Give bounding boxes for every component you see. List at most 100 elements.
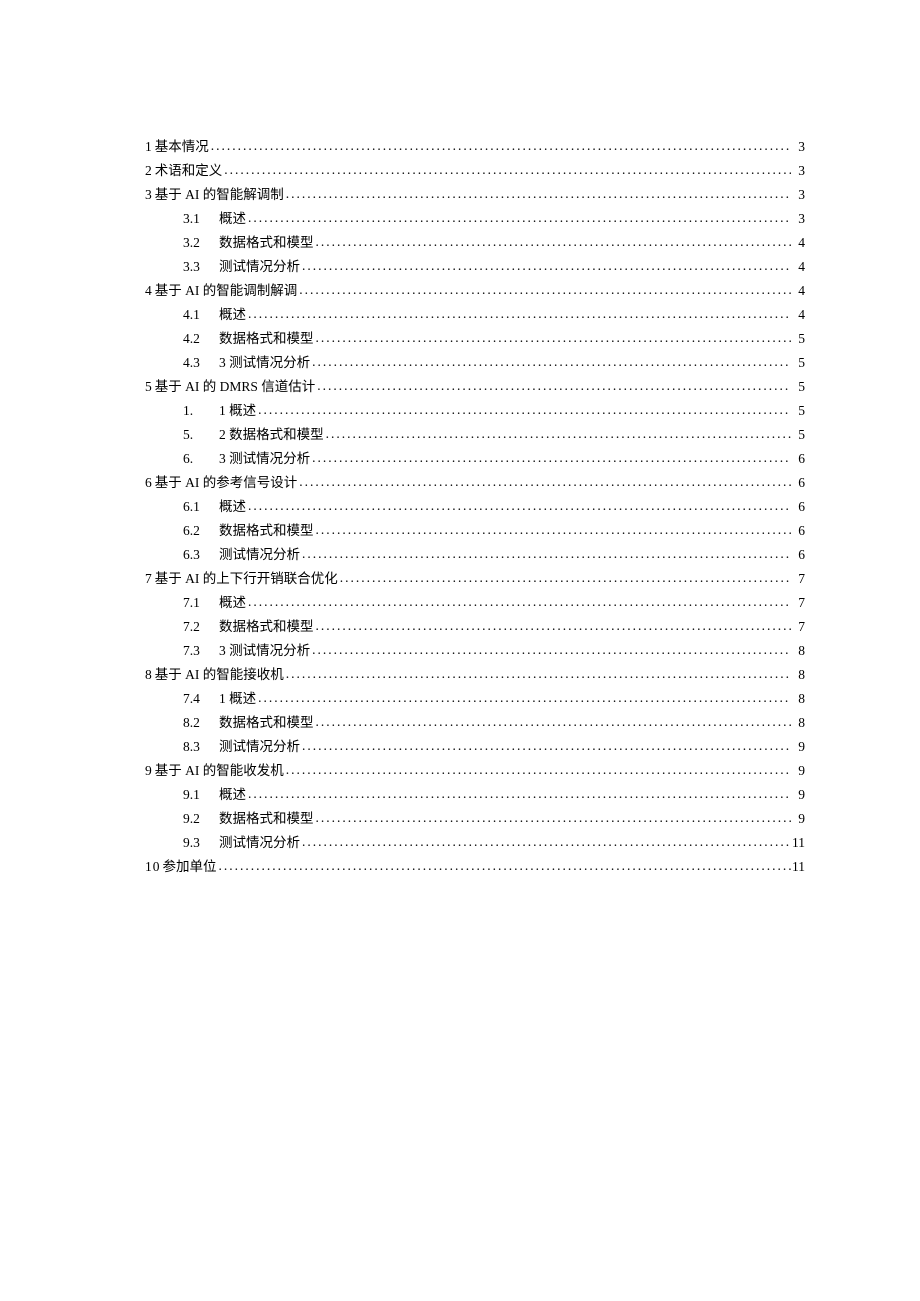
toc-page-number: 8 xyxy=(791,668,805,682)
toc-leader-dots xyxy=(300,259,791,273)
toc-page-number: 3 xyxy=(791,164,805,178)
toc-entry: 6.2数据格式和模型 6 xyxy=(145,524,805,538)
toc-leader-dots xyxy=(314,811,792,825)
toc-page-number: 6 xyxy=(791,476,805,490)
toc-entry: 6.3测试情况分析 6 xyxy=(145,548,805,562)
toc-entry: 4.1概述 4 xyxy=(145,308,805,322)
toc-entry-number: 1. xyxy=(183,404,219,418)
toc-entry-title: 参加单位 xyxy=(161,860,217,874)
toc-entry: 7.41 概述 8 xyxy=(145,692,805,706)
toc-leader-dots xyxy=(297,283,791,297)
toc-entry-number: 9.2 xyxy=(183,812,219,826)
toc-entry: 3.3测试情况分析 4 xyxy=(145,260,805,274)
toc-entry: 3.2数据格式和模型 4 xyxy=(145,236,805,250)
toc-leader-dots xyxy=(314,715,792,729)
toc-leader-dots xyxy=(209,139,791,153)
toc-entry-title: 1 概述 xyxy=(219,692,256,706)
toc-entry: 5 基于 AI 的 DMRS 信道估计5 xyxy=(145,380,805,394)
toc-entry-heading: 9 xyxy=(145,764,153,778)
toc-entry: 6.1概述 6 xyxy=(145,500,805,514)
toc-entry: 7.2数据格式和模型 7 xyxy=(145,620,805,634)
toc-entry-number: 9.1 xyxy=(183,788,219,802)
toc-leader-dots xyxy=(284,763,791,777)
toc-entry: 8 基于 AI 的智能接收机8 xyxy=(145,668,805,682)
toc-entry: 4 基于 AI 的智能调制解调4 xyxy=(145,284,805,298)
toc-entry-number: 7.4 xyxy=(183,692,219,706)
toc-entry-number: 3.3 xyxy=(183,260,219,274)
toc-page-number: 6 xyxy=(791,548,805,562)
toc-page-number: 4 xyxy=(791,236,805,250)
toc-entry-title: 基于 AI 的智能解调制 xyxy=(153,188,284,202)
toc-page-number: 9 xyxy=(791,812,805,826)
toc-entry-title: 测试情况分析 xyxy=(219,548,300,562)
toc-entry-heading: 7 xyxy=(145,572,153,586)
toc-entry-number: 5. xyxy=(183,428,219,442)
toc-entry-title: 测试情况分析 xyxy=(219,740,300,754)
toc-entry-heading: 10 xyxy=(145,860,161,874)
toc-entry-title: 测试情况分析 xyxy=(219,260,300,274)
toc-entry-title: 2 数据格式和模型 xyxy=(219,428,324,442)
table-of-contents: 1 基本情况32 术语和定义33 基于 AI 的智能解调制33.1概述 33.2… xyxy=(145,140,805,874)
toc-entry-title: 基于 AI 的智能收发机 xyxy=(153,764,284,778)
toc-leader-dots xyxy=(246,499,791,513)
toc-entry: 9 基于 AI 的智能收发机9 xyxy=(145,764,805,778)
toc-page-number: 5 xyxy=(791,356,805,370)
toc-entry-title: 概述 xyxy=(219,212,246,226)
toc-entry-title: 3 测试情况分析 xyxy=(219,644,310,658)
toc-page-number: 8 xyxy=(791,692,805,706)
toc-leader-dots xyxy=(314,619,792,633)
toc-leader-dots xyxy=(310,355,791,369)
toc-leader-dots xyxy=(300,739,791,753)
toc-leader-dots xyxy=(314,235,792,249)
toc-entry-title: 3 测试情况分析 xyxy=(219,356,310,370)
toc-entry-heading: 1 xyxy=(145,140,153,154)
toc-entry-title: 基于 AI 的智能调制解调 xyxy=(153,284,298,298)
toc-entry: 6.3 测试情况分析 6 xyxy=(145,452,805,466)
toc-entry-number: 8.3 xyxy=(183,740,219,754)
toc-entry-title: 3 测试情况分析 xyxy=(219,452,310,466)
toc-entry: 4.33 测试情况分析 5 xyxy=(145,356,805,370)
toc-entry-number: 6.2 xyxy=(183,524,219,538)
toc-entry-title: 数据格式和模型 xyxy=(219,812,314,826)
toc-leader-dots xyxy=(300,547,791,561)
toc-entry-heading: 8 xyxy=(145,668,153,682)
toc-page-number: 9 xyxy=(791,788,805,802)
toc-entry: 10 参加单位11 xyxy=(145,860,805,874)
toc-entry: 1 基本情况3 xyxy=(145,140,805,154)
toc-leader-dots xyxy=(246,595,791,609)
toc-leader-dots xyxy=(284,667,791,681)
toc-leader-dots xyxy=(246,211,791,225)
toc-page-number: 7 xyxy=(791,620,805,634)
toc-entry-number: 7.2 xyxy=(183,620,219,634)
toc-entry: 7 基于 AI 的上下行开销联合优化7 xyxy=(145,572,805,586)
toc-entry-heading: 5 xyxy=(145,380,153,394)
toc-leader-dots xyxy=(284,187,791,201)
toc-page-number: 4 xyxy=(791,284,805,298)
toc-leader-dots xyxy=(246,307,791,321)
toc-entry-title: 基本情况 xyxy=(153,140,209,154)
toc-entry-title: 概述 xyxy=(219,308,246,322)
toc-leader-dots xyxy=(314,523,792,537)
toc-page-number: 6 xyxy=(791,452,805,466)
toc-entry: 4.2数据格式和模型 5 xyxy=(145,332,805,346)
toc-leader-dots xyxy=(338,571,791,585)
toc-leader-dots xyxy=(256,403,791,417)
toc-leader-dots xyxy=(297,475,791,489)
toc-leader-dots xyxy=(222,163,791,177)
toc-page-number: 8 xyxy=(791,716,805,730)
toc-entry-title: 概述 xyxy=(219,596,246,610)
toc-leader-dots xyxy=(324,427,791,441)
toc-entry-heading: 3 xyxy=(145,188,153,202)
toc-entry: 6 基于 AI 的参考信号设计6 xyxy=(145,476,805,490)
toc-leader-dots xyxy=(217,859,792,873)
toc-entry: 7.1概述 7 xyxy=(145,596,805,610)
toc-entry-number: 6. xyxy=(183,452,219,466)
toc-entry: 7.33 测试情况分析 8 xyxy=(145,644,805,658)
toc-entry-number: 7.1 xyxy=(183,596,219,610)
toc-page-number: 9 xyxy=(791,740,805,754)
toc-leader-dots xyxy=(314,331,792,345)
toc-entry-number: 6.1 xyxy=(183,500,219,514)
toc-entry-number: 9.3 xyxy=(183,836,219,850)
toc-entry: 9.2数据格式和模型 9 xyxy=(145,812,805,826)
toc-entry-title: 基于 AI 的 DMRS 信道估计 xyxy=(153,380,316,394)
